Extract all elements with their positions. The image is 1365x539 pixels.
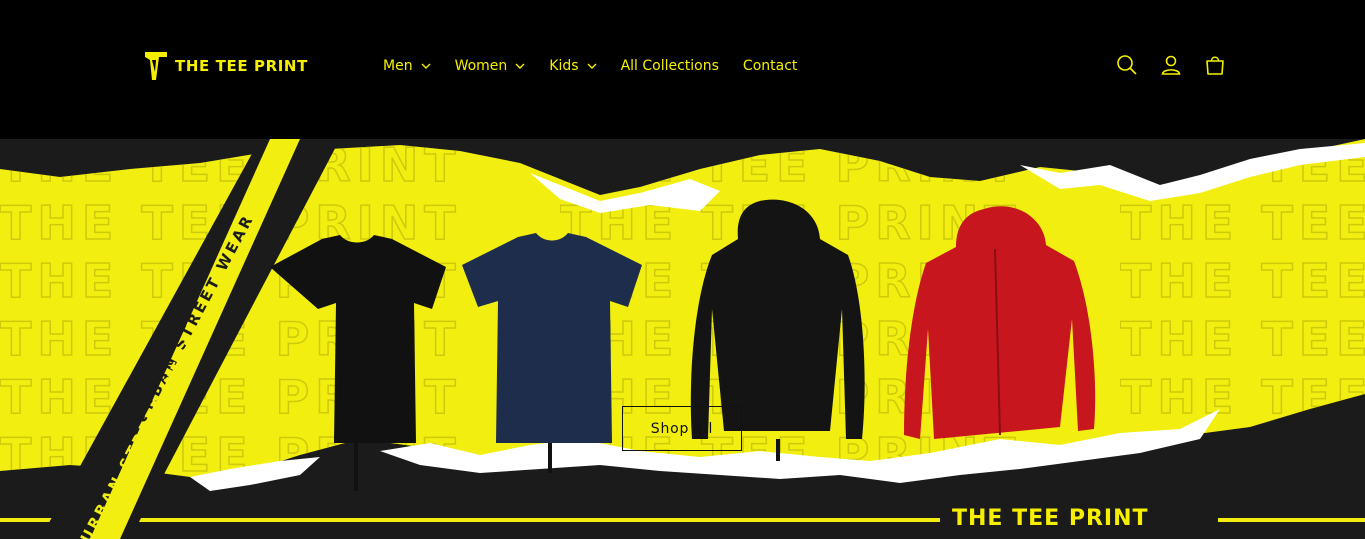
search-icon	[1117, 55, 1137, 75]
tee-print-logo-icon	[145, 52, 167, 80]
site-header: THE TEE PRINT Men Women Kids All Collect…	[0, 0, 1365, 139]
hero-artwork: THE TEE PRINT URBAN STREET WEAR URBAN ST…	[0, 139, 1365, 539]
brand-name: THE TEE PRINT	[175, 57, 308, 75]
search-button[interactable]	[1115, 53, 1139, 77]
nav-item-label: Women	[454, 58, 508, 74]
brand-logo[interactable]: THE TEE PRINT	[143, 50, 308, 82]
chevron-down-icon	[587, 63, 597, 69]
banner-brand-name: THE TEE PRINT	[952, 506, 1149, 531]
chevron-down-icon	[421, 63, 431, 69]
nav-item-label: All Collections	[620, 58, 719, 74]
nav-item-contact[interactable]: Contact	[743, 58, 797, 74]
nav-item-label: Contact	[742, 58, 798, 74]
header-icons	[1115, 53, 1227, 77]
nav-item-all-collections[interactable]: All Collections	[621, 58, 719, 74]
nav-item-men[interactable]: Men	[383, 58, 431, 74]
cart-icon	[1206, 56, 1224, 75]
nav-item-label: Men	[383, 58, 413, 74]
nav-item-women[interactable]: Women	[455, 58, 526, 74]
main-nav: Men Women Kids All Collections Contact	[383, 54, 821, 78]
shop-all-button[interactable]: Shop all	[622, 406, 742, 451]
nav-item-kids[interactable]: Kids	[549, 58, 597, 74]
hero-banner: THE TEE PRINT URBAN STREET WEAR URBAN ST…	[0, 139, 1365, 539]
chevron-down-icon	[515, 63, 525, 69]
nav-item-label: Kids	[549, 58, 579, 74]
cart-button[interactable]	[1203, 53, 1227, 77]
account-button[interactable]	[1159, 53, 1183, 77]
account-icon	[1161, 55, 1181, 75]
